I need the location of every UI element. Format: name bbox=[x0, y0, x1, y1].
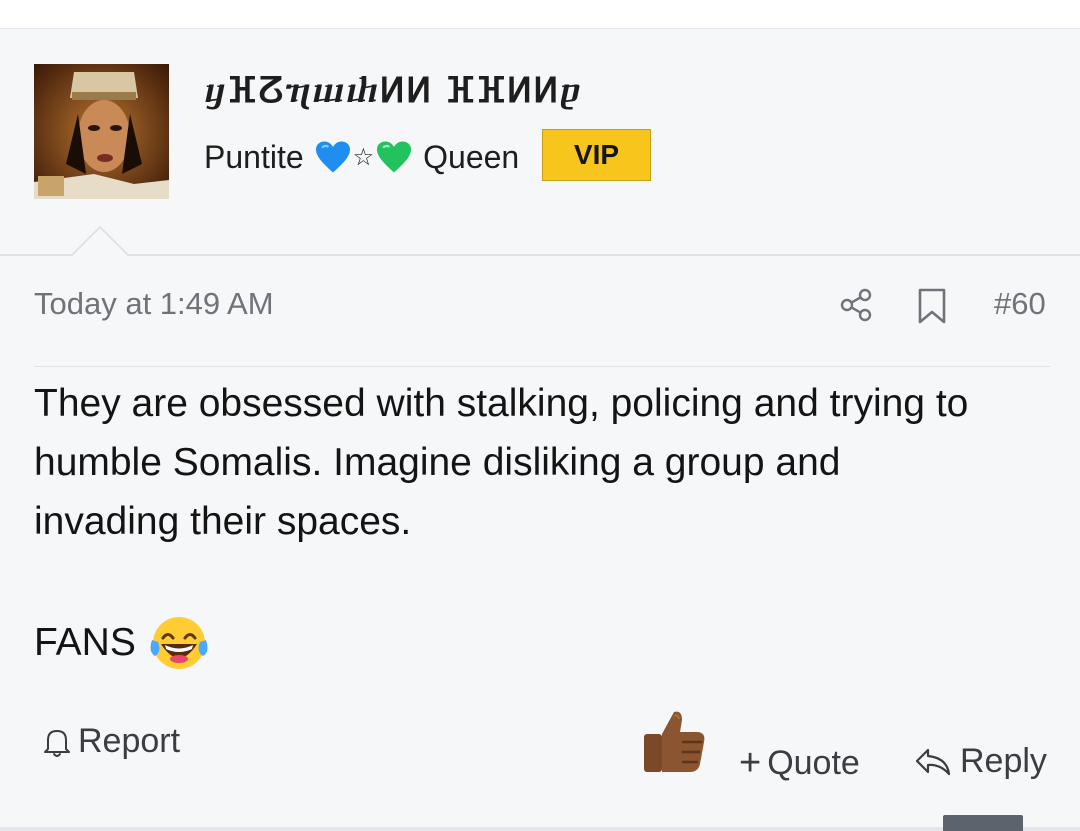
report-link[interactable]: Report bbox=[40, 722, 180, 761]
post-timestamp[interactable]: Today at 1:49 AM bbox=[34, 286, 274, 322]
avatar[interactable] bbox=[34, 64, 169, 199]
plus-icon: + bbox=[739, 742, 762, 784]
post-body-line: invading their spaces. bbox=[34, 500, 412, 543]
bottom-divider bbox=[0, 827, 1080, 831]
report-label: Report bbox=[78, 722, 181, 760]
post-number[interactable]: #60 bbox=[994, 286, 1046, 322]
green-heart-icon bbox=[377, 141, 412, 173]
reply-label: Reply bbox=[960, 742, 1047, 780]
quote-button[interactable]: + Quote bbox=[739, 742, 860, 785]
share-icon[interactable] bbox=[838, 287, 874, 323]
post-body: They are obsessed with stalking, policin… bbox=[34, 374, 1064, 551]
post-body-line: humble Somalis. Imagine disliking a grou… bbox=[34, 441, 841, 484]
post-footer-text: FANS bbox=[34, 621, 136, 664]
vip-badge: VIP bbox=[542, 129, 651, 181]
bookmark-icon[interactable] bbox=[916, 287, 948, 325]
bell-icon bbox=[44, 729, 70, 757]
bottom-tab[interactable] bbox=[943, 815, 1023, 831]
blue-heart-icon bbox=[315, 141, 350, 173]
reply-arrow-icon bbox=[915, 748, 951, 775]
user-title-prefix: Puntite bbox=[204, 138, 304, 175]
reply-button[interactable]: Reply bbox=[914, 742, 1047, 781]
thumbs-up-icon[interactable] bbox=[638, 704, 710, 776]
post-body-line: They are obsessed with stalking, policin… bbox=[34, 382, 969, 425]
user-info-block: ⴘⴼⵒⴄⴍⴐⵍⵍ ⴼⴼⵍⵍⴒ Puntite ☆ Queen VIP bbox=[0, 29, 1080, 257]
post-footer-line: FANS bbox=[34, 614, 210, 672]
post: Today at 1:49 AM #60 They are obsessed w… bbox=[0, 256, 1080, 831]
star-icon: ☆ bbox=[352, 143, 375, 171]
user-title-suffix: Queen bbox=[423, 138, 520, 175]
top-strip bbox=[0, 0, 1080, 29]
username[interactable]: ⴘⴼⵒⴄⴍⴐⵍⵍ ⴼⴼⵍⵍⴒ bbox=[204, 71, 582, 111]
post-header-divider bbox=[34, 366, 1050, 367]
caret-pointer-icon bbox=[70, 225, 130, 257]
laughing-tears-emoji bbox=[150, 617, 208, 669]
quote-label: Quote bbox=[767, 744, 860, 782]
user-title: Puntite ☆ Queen bbox=[204, 131, 519, 183]
